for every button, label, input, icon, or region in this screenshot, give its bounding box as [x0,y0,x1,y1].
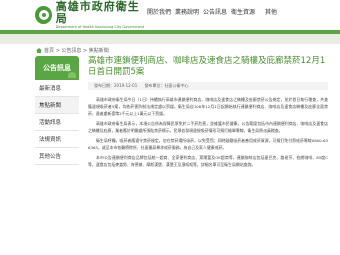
publish-date: 發布日期：2019-12-01 [94,83,138,88]
nav-item-about[interactable]: 開於我們 [145,9,173,17]
nav-item-resources[interactable]: 衛生資源 [229,9,257,17]
article-paragraph: 高雄市政府衛生局表示，本項公告係為保障民眾免於二手菸危害，並維護市民健康，公告範… [88,121,328,133]
nav-item-announcements[interactable]: 公告訊息 [201,9,229,17]
article-paragraph: 本市公告連鎖便利商店品牌包括統一超商、全家便利商店、萊爾富及OK超商等，連鎖咖啡… [88,155,328,167]
banner-strip [0,34,340,44]
breadcrumb-text[interactable]: 首頁 > 公告訊息 > 焦點新聞 [44,47,109,54]
article-body: 高雄市政府衛生局今日（1日）持續執行高雄市連鎖便利商店、咖啡店及速食店之騎樓及庇… [88,96,328,171]
home-icon[interactable] [36,48,42,53]
sidebar-item-latest[interactable]: 最新消息 [35,80,79,97]
sidebar-item-events[interactable]: 活動訊息 [35,114,79,131]
publish-unit: 發布單位：社區公衛中心 [144,83,189,88]
article-paragraph: 高雄市政府衛生局今日（1日）持續執行高雄市連鎖便利商店、咖啡店及速食店之騎樓及庇… [88,97,328,116]
sidebar-title: 公告訊息 [35,56,79,80]
article-paragraph: 衛生局呼籲，吸菸者應遵守禁菸規定，勿在禁菸場所吸菸，以免受罰；同時鼓勵吸菸者善用… [88,138,328,150]
nav-item-services[interactable]: 業務說明 [173,9,201,17]
page-title: 高雄市連鎖便利商店、咖啡店及速食店之騎樓及庇廊禁菸12月1日首日開罰5案 [88,56,326,77]
article-meta: 發布日期：2019-12-01 發布單位：社區公衛中心 [88,82,328,90]
breadcrumb: 首頁 > 公告訊息 > 焦點新聞 [36,47,109,54]
site-logo[interactable]: 高雄市政府衛生局 Department of Health Kaohsiung … [35,0,145,29]
sidebar-item-regulations[interactable]: 法規資訊 [35,131,79,148]
nav-item-other[interactable]: 其他 [257,9,285,17]
site-header: 高雄市政府衛生局 Department of Health Kaohsiung … [0,0,340,30]
sidebar-item-other[interactable]: 其他公告 [35,148,79,165]
main-nav: 開於我們 業務說明 公告訊息 衛生資源 其他 [145,9,285,17]
logo-mark-icon [35,6,52,24]
logo-subtitle: Department of Health Kaohsiung City Gove… [55,24,145,29]
sidebar-item-focus[interactable]: 焦點新聞 [35,97,79,114]
sidebar: 公告訊息 最新消息 焦點新聞 活動訊息 法規資訊 其他公告 [35,56,79,165]
logo-title: 高雄市政府衛生局 [55,0,140,25]
